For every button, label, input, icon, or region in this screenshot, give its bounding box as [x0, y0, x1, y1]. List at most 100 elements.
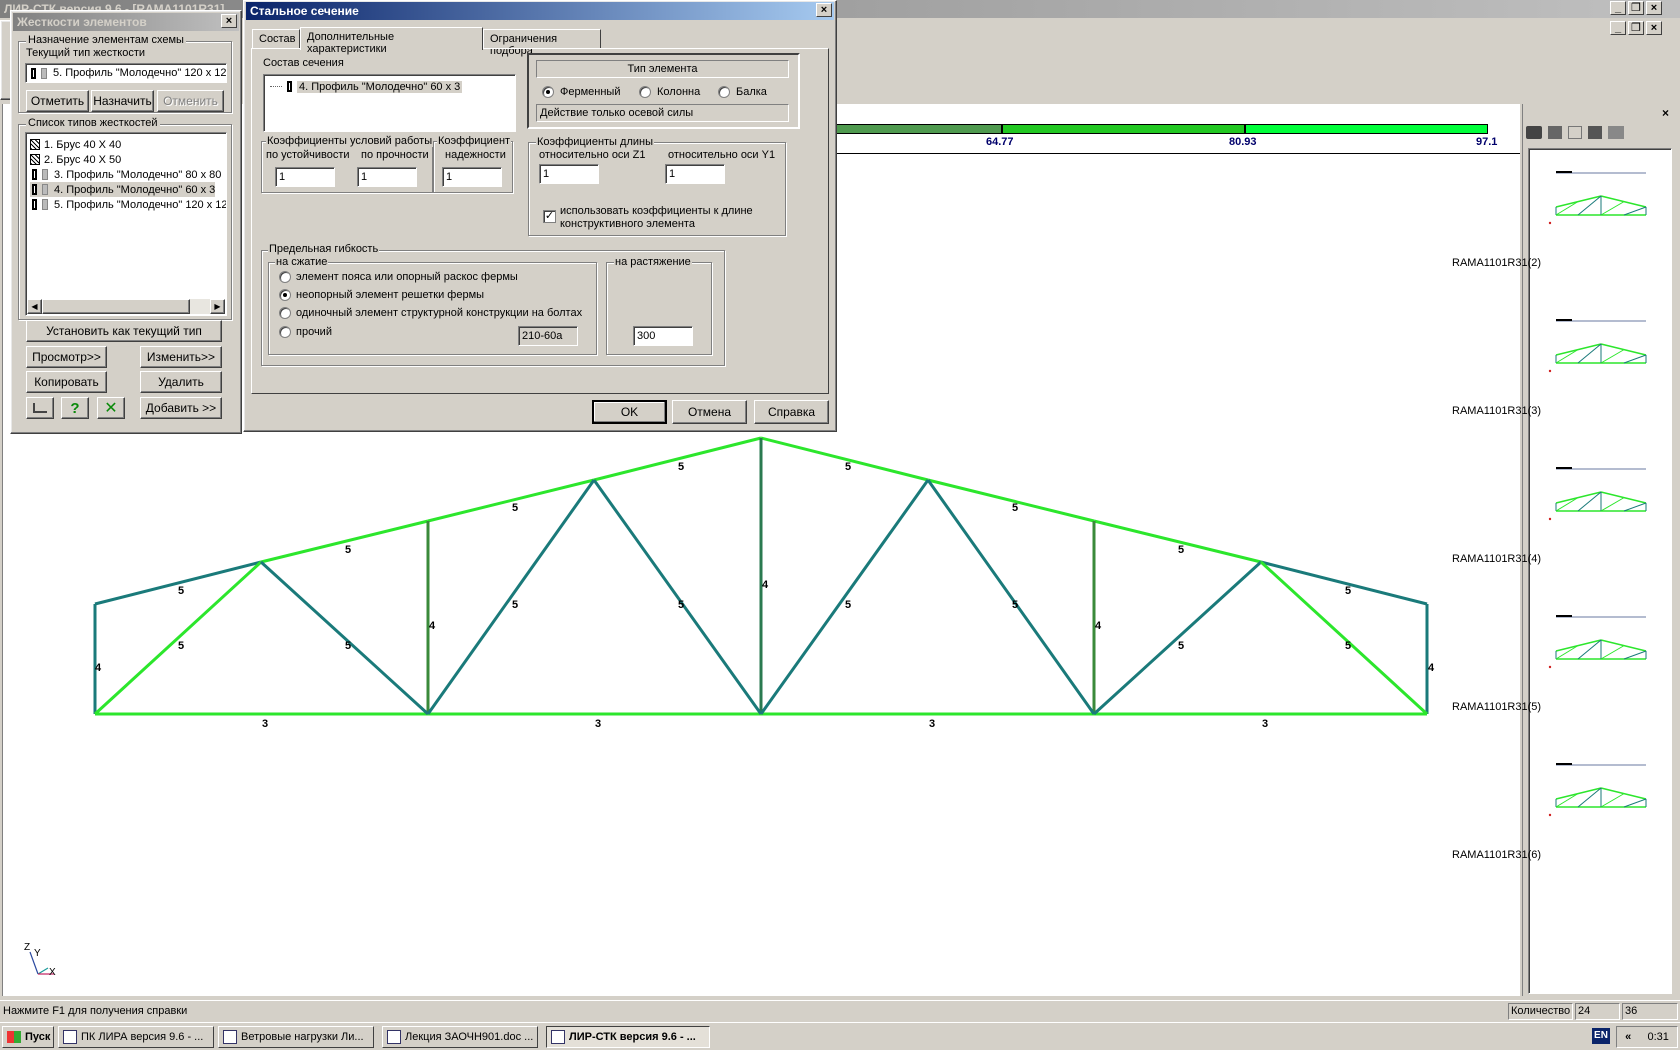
ok-button[interactable]: OK: [592, 400, 667, 424]
lira-app-icon: [63, 1030, 77, 1044]
tab-composition[interactable]: Состав: [252, 29, 300, 49]
slender-opt3-label[interactable]: одиночный элемент структурной конструкци…: [296, 307, 582, 319]
status-text: Нажмите F1 для получения справки: [3, 1005, 188, 1017]
thumbnail-panel-close-icon[interactable]: ×: [1662, 106, 1669, 120]
current-type-label: Текущий тип жесткости: [26, 47, 145, 59]
type-column-radio[interactable]: [639, 86, 651, 98]
slender-opt1-label[interactable]: элемент пояса или опорный раскос фермы: [296, 271, 518, 283]
slender-opt4-label[interactable]: прочий: [296, 326, 332, 338]
tab-restrictions[interactable]: Ограничения подбора: [483, 29, 601, 57]
task-lir-stk[interactable]: ЛИР-СТК версия 9.6 - ...: [546, 1026, 710, 1048]
tray-expand-button[interactable]: «: [1625, 1031, 1631, 1043]
status-val2-pane: 36: [1622, 1003, 1678, 1020]
steel-close-button[interactable]: ×: [816, 3, 832, 17]
top-chord-4[interactable]: [593, 436, 762, 482]
z1-input[interactable]: 1: [539, 164, 599, 184]
axial-only-box: Действие только осевой силы: [536, 104, 789, 122]
hatched-section-icon: [30, 139, 40, 150]
slender-opt3-radio[interactable]: [279, 307, 291, 319]
diagonal-4[interactable]: [592, 479, 763, 715]
diagonal-8[interactable]: [1259, 560, 1429, 716]
copy-icon[interactable]: [1568, 126, 1582, 139]
slender-opt2-label[interactable]: неопорный элемент решетки фермы: [296, 289, 484, 301]
thumbnail-label-3[interactable]: RAMA1101R31(4): [1452, 553, 1572, 565]
steel-title-bar[interactable]: Стальное сечение: [246, 2, 834, 20]
edit-button[interactable]: Изменить>>: [140, 346, 222, 368]
status-bar: [0, 1000, 1680, 1022]
top-label-6: 5: [1012, 502, 1018, 514]
copy-button[interactable]: Копировать: [26, 371, 107, 393]
stiffness-list-item[interactable]: 3. Профиль "Молодечно" 80 x 80: [30, 167, 221, 182]
diagonal-5[interactable]: [759, 479, 930, 715]
slender-opt1-radio[interactable]: [279, 271, 291, 283]
thumbnail-list[interactable]: [1528, 148, 1672, 994]
type-truss-label[interactable]: Ферменный: [560, 86, 620, 98]
type-beam-label[interactable]: Балка: [736, 86, 767, 98]
tension-slenderness-input[interactable]: 300: [633, 326, 693, 346]
stiffness-list[interactable]: 1. Брус 40 X 40 2. Брус 40 X 50 3. Профиль…: [25, 132, 227, 316]
diagonal-7[interactable]: [1092, 560, 1263, 716]
scroll-right-button[interactable]: ▶: [210, 299, 225, 314]
view-button[interactable]: Просмотр>>: [26, 346, 107, 368]
task-lecture[interactable]: Лекция ЗАОЧН901.doc ...: [382, 1026, 538, 1048]
profile-icon: [32, 169, 37, 180]
top-chord-5[interactable]: [760, 436, 929, 482]
list-horizontal-scrollbar[interactable]: ◀ ▶: [27, 299, 225, 314]
image-icon[interactable]: [1588, 126, 1602, 139]
print-icon[interactable]: [1608, 126, 1624, 139]
slender-opt4-radio[interactable]: [279, 326, 291, 338]
start-button[interactable]: Пуск: [2, 1026, 54, 1048]
scroll-left-button[interactable]: ◀: [27, 299, 42, 314]
stiffness-title-bar[interactable]: Жесткости элементов: [13, 13, 239, 31]
use-coef-label-1[interactable]: использовать коэффициенты к длине: [560, 205, 753, 217]
slenderness-label: Предельная гибкость: [268, 243, 380, 255]
vert-label-4: 4: [1095, 620, 1102, 632]
camera-icon[interactable]: [1526, 126, 1542, 139]
task-wind-loads[interactable]: Ветровые нагрузки Ли...: [218, 1026, 374, 1048]
thumbnail-label-5[interactable]: RAMA1101R31(6): [1452, 849, 1572, 861]
tab-additional[interactable]: Дополнительные характеристики: [300, 27, 483, 55]
thumbnail-label-4[interactable]: RAMA1101R31(5): [1452, 701, 1572, 713]
thumbnail-label-2[interactable]: RAMA1101R31(3): [1452, 405, 1572, 417]
diag-label-7: 5: [1178, 640, 1184, 652]
delete-button[interactable]: Удалить: [140, 371, 222, 393]
dialog-help-button[interactable]: Справка: [754, 400, 829, 424]
type-beam-radio[interactable]: [718, 86, 730, 98]
strength-input[interactable]: 1: [357, 167, 417, 187]
section-list[interactable]: 4. Профиль "Молодечно" 60 x 3: [263, 74, 516, 132]
thumbnail-label-1[interactable]: RAMA1101R31(2): [1452, 257, 1572, 269]
truss-members[interactable]: [93, 436, 1429, 716]
use-coef-label-2[interactable]: конструктивного элемента: [560, 218, 695, 230]
current-type-field[interactable]: 5. Профиль "Молодечно" 120 x 12: [25, 63, 227, 83]
type-column-label[interactable]: Колонна: [657, 86, 700, 98]
set-current-type-button[interactable]: Установить как текущий тип: [26, 320, 222, 342]
dialog-cancel-button[interactable]: Отмена: [672, 400, 747, 424]
mark-button[interactable]: Отметить: [26, 90, 89, 112]
bottom-label-4: 3: [1262, 718, 1268, 730]
type-truss-radio[interactable]: [542, 86, 554, 98]
slender-opt2-radio[interactable]: [279, 289, 291, 301]
language-indicator[interactable]: EN: [1592, 1028, 1610, 1044]
add-button[interactable]: Добавить >>: [140, 397, 222, 419]
stability-input[interactable]: 1: [275, 167, 335, 187]
task-lira[interactable]: ПК ЛИРА версия 9.6 - ...: [58, 1026, 214, 1048]
diagonal-2[interactable]: [259, 560, 430, 716]
close-x-button[interactable]: ✕: [97, 397, 125, 419]
diag-label-8: 5: [1345, 640, 1351, 652]
stiffness-close-button[interactable]: ×: [221, 14, 237, 28]
reliability-input[interactable]: 1: [442, 167, 502, 187]
stiffness-list-item[interactable]: 4. Профиль "Молодечно" 60 x 3: [30, 182, 216, 197]
tool-button[interactable]: [26, 397, 54, 419]
section-item[interactable]: 4. Профиль "Молодечно" 60 x 3: [270, 79, 463, 94]
stiffness-list-item[interactable]: 2. Брус 40 X 50: [30, 152, 121, 167]
scroll-thumb[interactable]: [42, 299, 190, 314]
use-coef-checkbox[interactable]: ✓: [543, 210, 556, 223]
save-icon[interactable]: [1548, 126, 1562, 139]
thumbnail-toolbar: [1526, 126, 1646, 144]
help-button[interactable]: ?: [61, 397, 89, 419]
assign-button[interactable]: Назначить: [91, 90, 154, 112]
stiffness-list-item[interactable]: 5. Профиль "Молодечно" 120 x 12: [30, 197, 226, 212]
stiffness-list-item[interactable]: 1. Брус 40 X 40: [30, 137, 121, 152]
color-swatch-icon: [42, 199, 48, 210]
y1-input[interactable]: 1: [665, 164, 725, 184]
